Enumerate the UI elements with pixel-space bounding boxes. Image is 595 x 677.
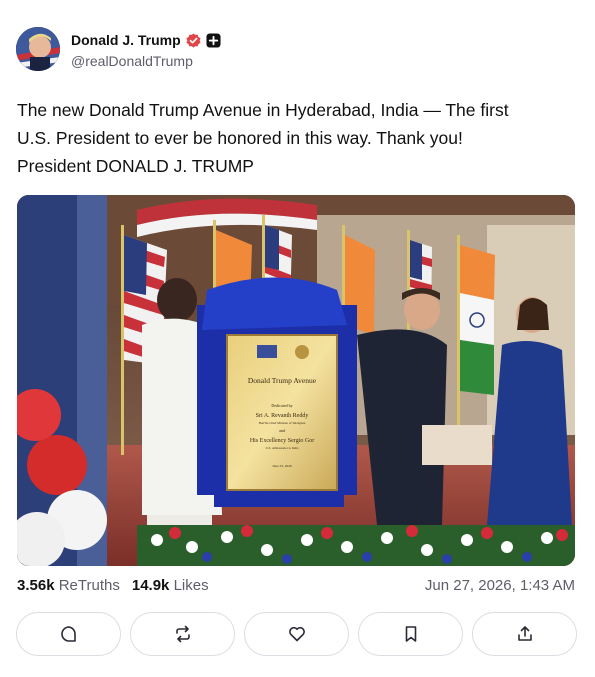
author-handle[interactable]: @realDonaldTrump (71, 53, 193, 69)
plaque-name1-role: Hon'ble Chief Minister of Telangana (259, 421, 306, 425)
plaque-name2: His Excellency Sergio Gor (250, 438, 314, 444)
post-stats: 3.56k ReTruths 14.9k Likes (17, 577, 209, 594)
post-image[interactable]: Donald Trump Avenue Dedicated by Sri A. … (17, 195, 575, 566)
likes-count: 14.9k (131, 577, 170, 594)
post-text-line: U.S. President to ever be honored in thi… (17, 128, 463, 148)
comment-icon (60, 626, 76, 642)
share-button[interactable] (472, 612, 577, 656)
plaque-and: and (279, 428, 285, 433)
bookmark-button[interactable] (358, 612, 463, 656)
heart-icon (288, 626, 305, 642)
retruths-count: 3.56k (17, 577, 55, 594)
post-text-line: President DONALD J. TRUMP (17, 156, 254, 176)
plaque-title: Donald Trump Avenue (248, 376, 317, 385)
retruth-button[interactable] (130, 612, 235, 656)
avatar[interactable] (16, 27, 60, 71)
author-display-name[interactable]: Donald J. Trump (71, 32, 181, 48)
verified-badge-icon (186, 32, 201, 48)
retruths-label: ReTruths (58, 577, 120, 594)
likes-stat[interactable]: 14.9k Likes (132, 577, 209, 594)
action-bar (16, 612, 577, 656)
repost-icon (175, 625, 190, 643)
truth-post: Donald J. Trump @realDonaldTrump The new… (0, 0, 595, 677)
like-button[interactable] (244, 612, 349, 656)
plaque: Donald Trump Avenue Dedicated by Sri A. … (226, 334, 338, 491)
plus-badge-icon (206, 32, 221, 48)
likes-label: Likes (173, 577, 209, 594)
post-text: The new Donald Trump Avenue in Hyderabad… (17, 96, 582, 180)
reply-button[interactable] (16, 612, 121, 656)
plaque-name1: Sri A. Revanth Reddy (256, 413, 309, 419)
plaque-dedicated-by: Dedicated by (271, 403, 292, 408)
retruths-stat[interactable]: 3.56k ReTruths (17, 577, 120, 594)
bookmark-icon (405, 626, 416, 642)
author-name-row: Donald J. Trump (71, 31, 221, 49)
post-text-line: The new Donald Trump Avenue in Hyderabad… (17, 100, 509, 120)
post-timestamp[interactable]: Jun 27, 2026, 1:43 AM (425, 577, 575, 594)
plaque-name2-role: U.S. Ambassador to India (266, 446, 299, 450)
share-icon (517, 626, 532, 641)
